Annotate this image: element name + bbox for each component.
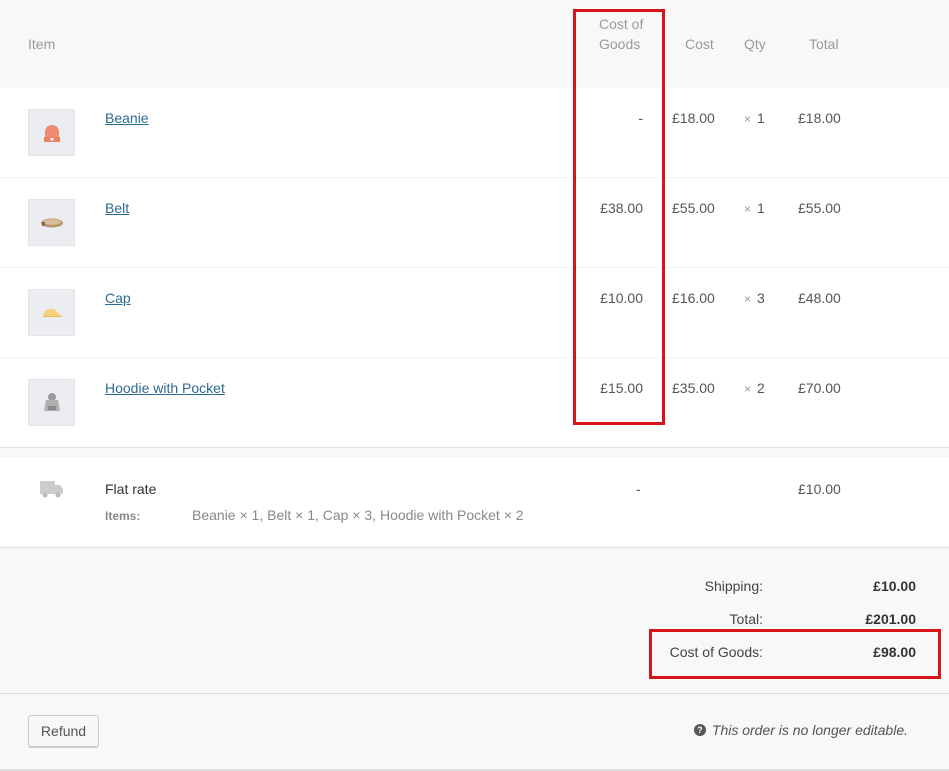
qty-value: 1 [757, 110, 765, 126]
hoodie-icon [43, 392, 60, 411]
qty-cell: × 1 [744, 110, 765, 126]
order-total-label: Total: [729, 611, 763, 627]
table-row: Beanie - £18.00 × 1 £18.00 [0, 88, 949, 178]
times-symbol: × [744, 292, 752, 306]
truck-icon [40, 481, 63, 498]
header-item: Item [28, 36, 56, 52]
total-cell: £48.00 [798, 290, 841, 306]
cost-cell: £16.00 [672, 290, 715, 306]
times-symbol: × [744, 202, 752, 216]
belt-icon [40, 218, 63, 227]
order-totals: Shipping: £10.00 Total: £201.00 Cost of … [0, 548, 949, 694]
times-symbol: × [744, 382, 752, 396]
shipping-items-value: Beanie × 1, Belt × 1, Cap × 3, Hoodie wi… [192, 507, 524, 523]
table-row: Belt £38.00 £55.00 × 1 £55.00 [0, 178, 949, 268]
table-row: Hoodie with Pocket £15.00 £35.00 × 2 £70.… [0, 358, 949, 448]
shipping-total-value: £10.00 [873, 578, 916, 594]
cost-cell: £35.00 [672, 380, 715, 396]
order-actions: Refund ? This order is no longer editabl… [0, 694, 949, 771]
order-total-value: £201.00 [865, 611, 916, 627]
beanie-icon [43, 124, 60, 142]
cost-of-goods-cell: £38.00 [600, 200, 643, 216]
shipping-total: £10.00 [798, 481, 841, 497]
cost-of-goods-cell: £15.00 [600, 380, 643, 396]
refund-button[interactable]: Refund [28, 715, 99, 747]
cost-cell: £55.00 [672, 200, 715, 216]
not-editable-notice: ? This order is no longer editable. [693, 722, 908, 738]
header-cost: Cost [685, 36, 714, 52]
product-link-cap[interactable]: Cap [105, 290, 131, 306]
cap-icon [42, 308, 63, 317]
qty-value: 3 [757, 290, 765, 306]
product-link-belt[interactable]: Belt [105, 200, 129, 216]
shipping-cost-of-goods: - [636, 481, 641, 497]
header-cost-of-goods: Cost of Goods [599, 16, 644, 52]
product-link-beanie[interactable]: Beanie [105, 110, 149, 126]
shipping-total-label: Shipping: [704, 578, 763, 594]
shipping-method-name: Flat rate [105, 481, 157, 497]
product-link-hoodie-with-pocket[interactable]: Hoodie with Pocket [105, 380, 225, 396]
header-total: Total [809, 36, 839, 52]
product-thumbnail[interactable] [28, 289, 75, 336]
qty-cell: × 1 [744, 200, 765, 216]
cost-cell: £18.00 [672, 110, 715, 126]
times-symbol: × [744, 112, 752, 126]
table-header: Item Cost of Goods Cost Qty Total [0, 0, 949, 88]
section-divider [0, 448, 949, 457]
total-cell: £18.00 [798, 110, 841, 126]
table-row: Cap £10.00 £16.00 × 3 £48.00 [0, 268, 949, 358]
shipping-items-label: Items: [105, 509, 141, 523]
cost-of-goods-cell: - [638, 110, 643, 126]
qty-value: 2 [757, 380, 765, 396]
qty-cell: × 3 [744, 290, 765, 306]
cost-of-goods-cell: £10.00 [600, 290, 643, 306]
qty-cell: × 2 [744, 380, 765, 396]
product-thumbnail[interactable] [28, 109, 75, 156]
total-cell: £70.00 [798, 380, 841, 396]
cost-of-goods-total-label: Cost of Goods: [669, 644, 763, 660]
cost-of-goods-total-value: £98.00 [873, 644, 916, 660]
total-cell: £55.00 [798, 200, 841, 216]
product-thumbnail[interactable] [28, 379, 75, 426]
qty-value: 1 [757, 200, 765, 216]
product-thumbnail[interactable] [28, 199, 75, 246]
line-items: Beanie - £18.00 × 1 £18.00 Belt £38.00 £5… [0, 88, 949, 448]
not-editable-text: This order is no longer editable. [711, 722, 908, 738]
shipping-row: Flat rate Items: Beanie × 1, Belt × 1, C… [0, 457, 949, 548]
help-icon[interactable]: ? [693, 724, 706, 736]
header-qty: Qty [744, 36, 766, 52]
